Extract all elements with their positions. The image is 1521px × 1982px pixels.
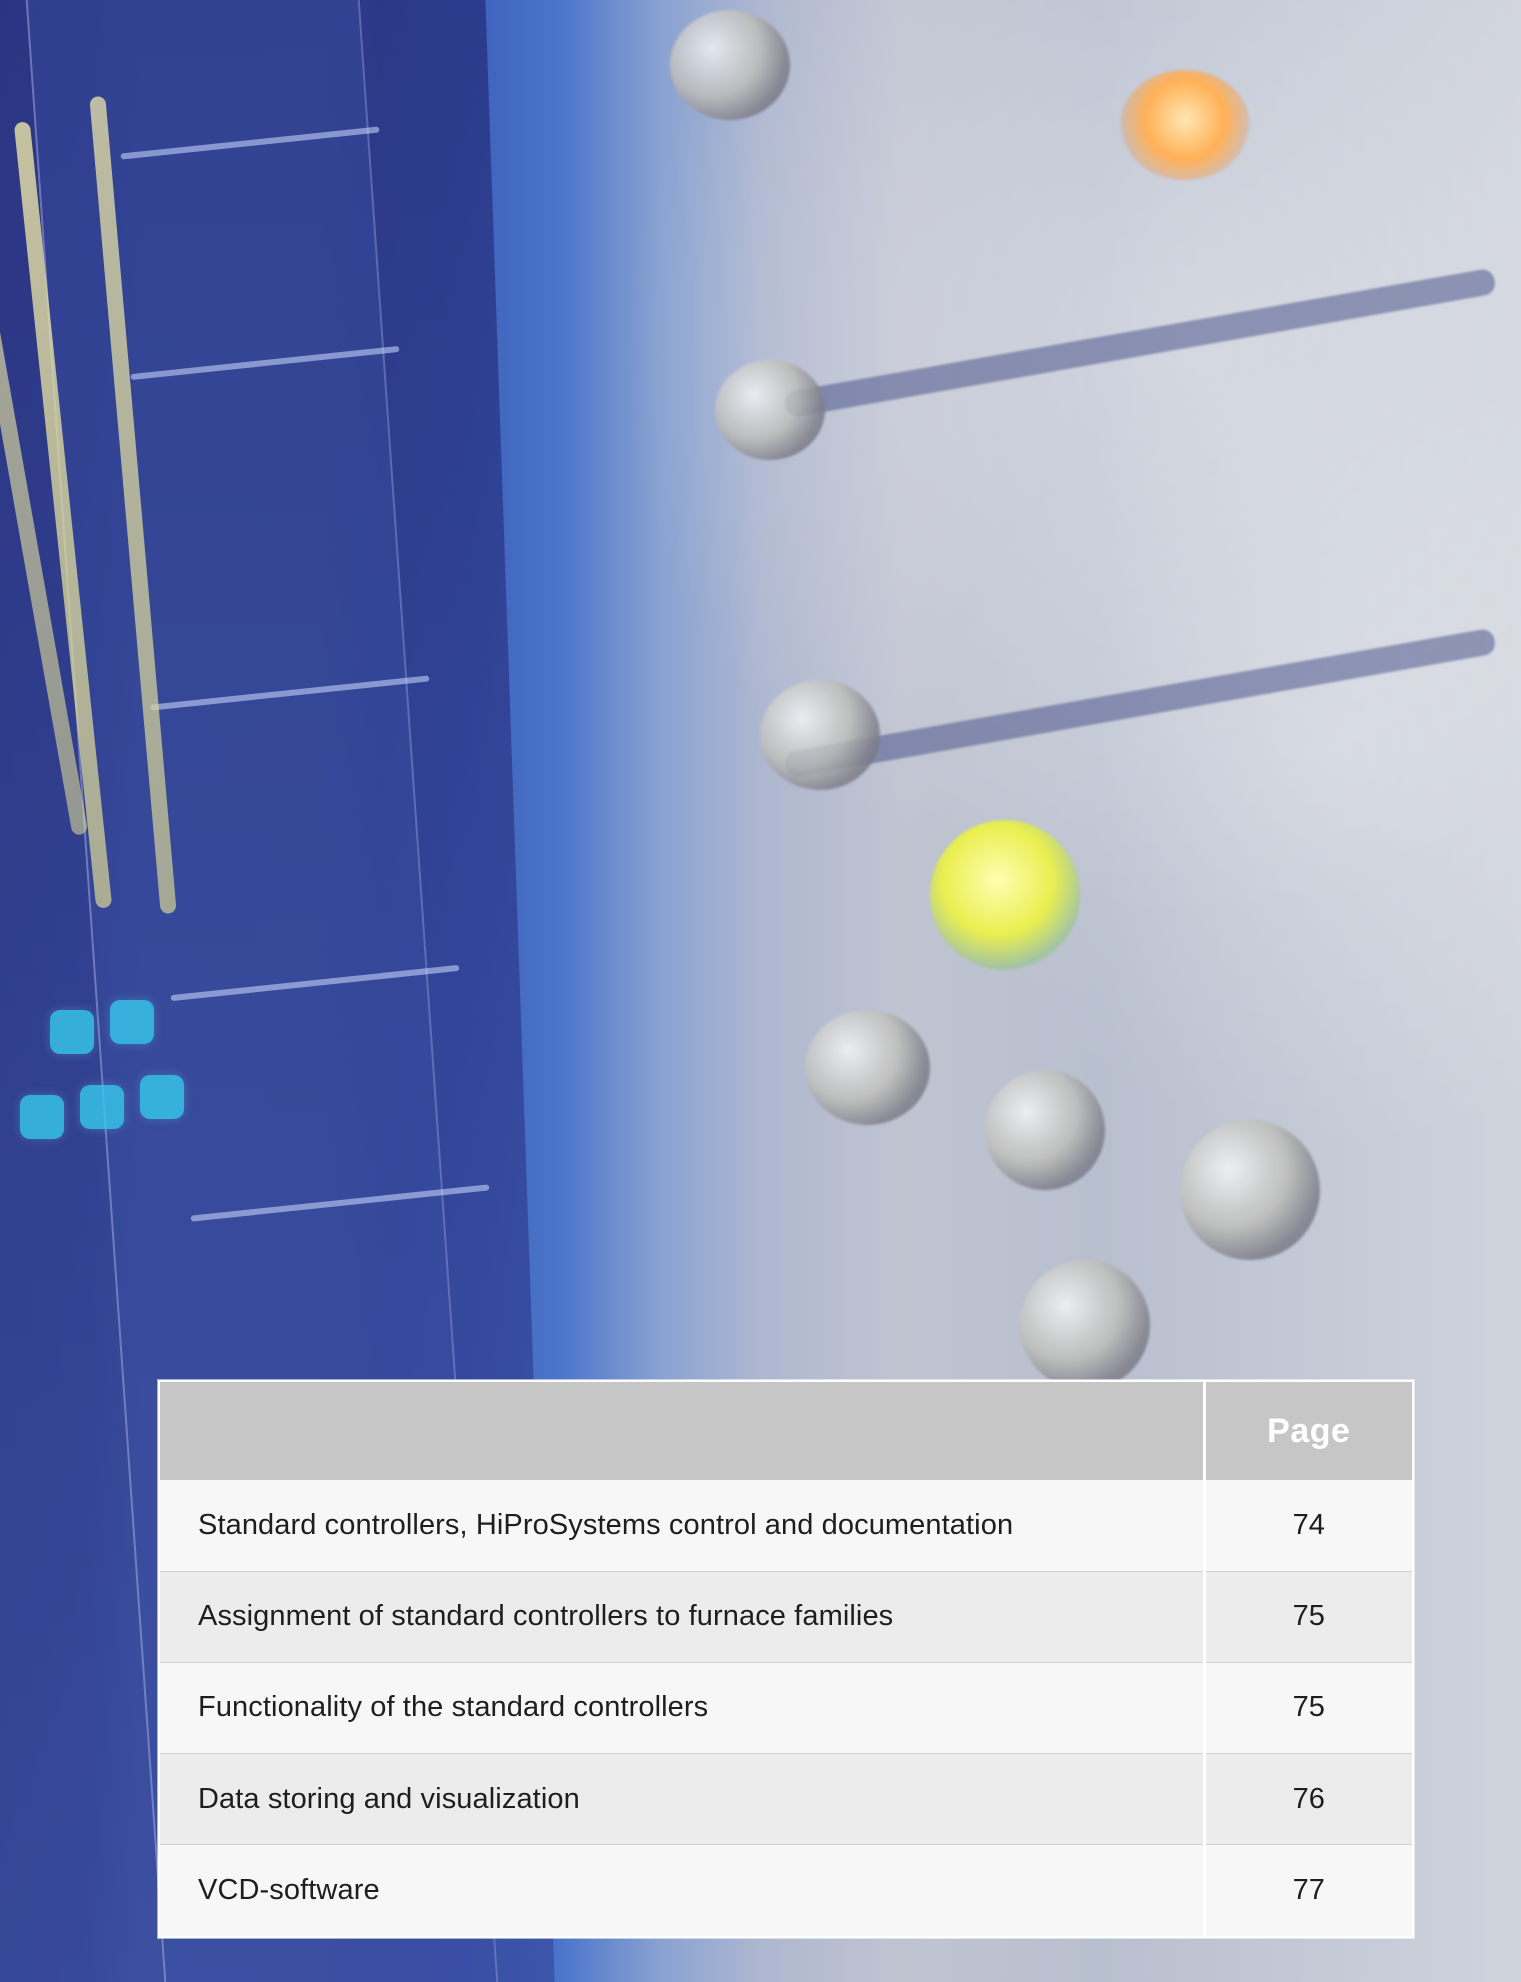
knob-icon (1180, 1120, 1320, 1260)
contents-row-page: 76 (1202, 1753, 1412, 1846)
contents-table: Page Standard controllers, HiProSystems … (158, 1380, 1414, 1938)
channel-indicator (50, 1010, 94, 1054)
channel-indicator (20, 1095, 64, 1139)
page: Page Standard controllers, HiProSystems … (0, 0, 1521, 1982)
contents-row-title: Functionality of the standard controller… (160, 1662, 1204, 1755)
contents-row-title: VCD-software (160, 1844, 1204, 1936)
knob-icon (985, 1070, 1105, 1190)
knob-icon (670, 10, 790, 120)
knob-icon (715, 360, 825, 460)
contents-row: VCD-software 77 (160, 1844, 1412, 1936)
channel-indicator (80, 1085, 124, 1129)
channel-indicator (140, 1075, 184, 1119)
channel-indicator (110, 1000, 154, 1044)
contents-row-page: 75 (1202, 1662, 1412, 1755)
contents-header-page: Page (1202, 1382, 1412, 1480)
contents-row: Functionality of the standard controller… (160, 1662, 1412, 1755)
contents-table-grid: Page Standard controllers, HiProSystems … (160, 1382, 1412, 1936)
orange-indicator-light (1120, 70, 1250, 180)
knob-icon (805, 1010, 930, 1125)
contents-row-page: 75 (1202, 1571, 1412, 1663)
knob-icon (760, 680, 880, 790)
contents-row-page: 77 (1202, 1844, 1412, 1936)
contents-header-title (160, 1382, 1204, 1480)
contents-row: Standard controllers, HiProSystems contr… (160, 1480, 1412, 1572)
contents-row-title: Data storing and visualization (160, 1753, 1204, 1846)
panel-band (783, 267, 1497, 419)
panel-band (783, 627, 1497, 779)
yellow-indicator-light (930, 820, 1080, 970)
contents-row-page: 74 (1202, 1480, 1412, 1572)
contents-header-row: Page (160, 1382, 1412, 1480)
channel-indicators (10, 1000, 200, 1180)
contents-row: Data storing and visualization 76 (160, 1753, 1412, 1846)
page-column-label: Page (1267, 1411, 1351, 1450)
contents-row-title: Assignment of standard controllers to fu… (160, 1571, 1204, 1663)
knob-icon (1020, 1260, 1150, 1390)
contents-row: Assignment of standard controllers to fu… (160, 1571, 1412, 1663)
contents-row-title: Standard controllers, HiProSystems contr… (160, 1480, 1204, 1572)
